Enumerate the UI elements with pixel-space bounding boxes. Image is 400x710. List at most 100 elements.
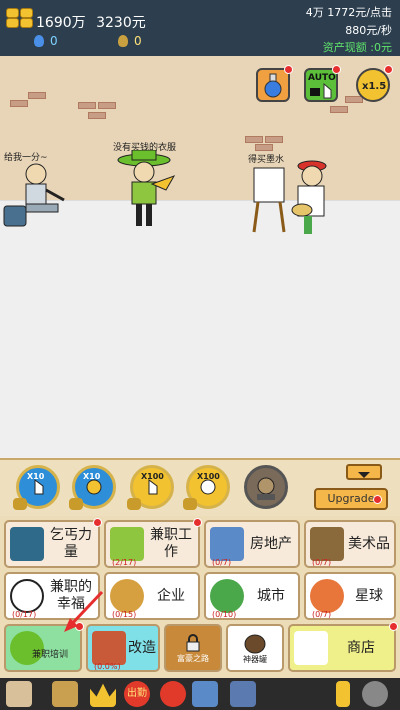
bag-stat: 0 [118, 34, 142, 48]
green-hat-character[interactable] [114, 150, 178, 234]
card-planet[interactable]: 星球 (0/7) [304, 572, 396, 620]
planet-icon [310, 579, 344, 613]
house-icon [92, 631, 126, 665]
coin-stack-icon [6, 6, 34, 32]
top-status-bar: 1690万 3230元 0 0 4万 1772元/点击 880元/秒 资产现额 … [0, 0, 400, 56]
lock-icon [186, 633, 200, 651]
upgrade-button[interactable]: Upgrade [314, 488, 388, 510]
bag-count: 0 [134, 34, 142, 48]
skill-locked-character[interactable] [244, 465, 288, 509]
skill-x100-click[interactable]: X100 [127, 465, 174, 510]
card-rich-road[interactable]: 富豪之路 [164, 624, 222, 672]
building-icon [210, 527, 244, 561]
card-beg-power[interactable]: 乞丐力量 [4, 518, 102, 568]
collapse-toggle[interactable] [346, 464, 382, 480]
event-button[interactable]: 出勤 [124, 681, 150, 707]
skill-x10-coin[interactable]: X10 [69, 465, 116, 510]
street-floor [0, 200, 400, 458]
card-renovate[interactable]: 改造 (0.0%) [86, 624, 160, 672]
card-deck-icon[interactable] [230, 681, 256, 707]
card-label: 房地产 [250, 535, 292, 552]
money-amount: 1690万 [36, 15, 86, 31]
potion-stat: 0 [34, 34, 58, 48]
card-enterprise[interactable]: 企业 (0/15) [104, 572, 200, 620]
soccer-ball-icon [10, 579, 44, 613]
globe-icon [210, 579, 244, 613]
notification-dot [373, 495, 382, 504]
skill-badge: X10 [27, 472, 45, 481]
per-click-rate: 4万 1772元/点击 [305, 6, 392, 19]
card-count: (0/10) [212, 610, 237, 619]
skill-x10-click[interactable]: X10 [13, 465, 60, 510]
painter-character[interactable] [250, 160, 330, 240]
crown-icon[interactable] [90, 683, 116, 707]
painting-icon [310, 527, 344, 561]
cost-bag-icon [183, 498, 197, 510]
notification-dot [93, 518, 102, 527]
card-count: (0.0%) [94, 662, 121, 671]
card-count: (0/7) [312, 558, 332, 567]
card-label: 乞丐力量 [50, 527, 92, 560]
card-label: 星球 [355, 587, 383, 604]
book-icon[interactable] [6, 681, 32, 707]
battery-icon [336, 681, 350, 707]
card-label: 企业 [157, 587, 185, 604]
card-label: 美术品 [348, 535, 390, 552]
multiplier-label: x1.5 [362, 81, 387, 92]
card-realestate[interactable]: 房地产 (0/7) [204, 520, 300, 568]
card-label: 富豪之路 [177, 653, 209, 663]
skill-badge: X10 [83, 472, 101, 481]
skill-badge: X100 [197, 472, 220, 481]
money-display: 1690万 3230元 [36, 12, 152, 32]
multiplier-skill-strip: X10 X10 X100 X100 Upgrade [0, 458, 400, 516]
card-magic-jar[interactable]: 神器罐 [226, 624, 284, 672]
card-count: (0/7) [312, 610, 332, 619]
per-second-rate: 880元/秒 [345, 24, 392, 37]
treasure-chest-icon[interactable] [52, 681, 78, 707]
cost-bag-icon [13, 498, 27, 510]
notification-dot [384, 65, 393, 74]
card-city[interactable]: 城市 (0/10) [204, 572, 300, 620]
notification-dot [193, 518, 202, 527]
card-shop[interactable]: 商店 [288, 622, 398, 672]
potion-icon [34, 35, 44, 47]
green-hat-man-icon [110, 527, 144, 561]
character-portrait-icon [257, 477, 275, 500]
potion-count: 0 [50, 34, 58, 48]
auto-button[interactable]: AUTO [304, 65, 341, 102]
winged-chest-icon[interactable] [192, 681, 218, 707]
card-parttime[interactable]: 兼职工作 (2/17) [104, 518, 202, 568]
gear-icon[interactable] [362, 681, 388, 707]
card-label: 城市 [257, 587, 285, 604]
card-art[interactable]: 美术品 (0/7) [304, 520, 396, 568]
category-grid: 乞丐力量 兼职工作 (2/17) 房地产 (0/7) 美术品 (0/7) 兼职的… [0, 516, 400, 678]
multiplier-button[interactable]: x1.5 [356, 65, 393, 102]
shopping-cart-icon [294, 631, 328, 665]
card-count: (2/17) [112, 558, 137, 567]
star-medal-icon[interactable] [160, 681, 186, 707]
card-count: (0/7) [212, 558, 232, 567]
card-count: (0/17) [12, 610, 37, 619]
card-label: 兼职培训 [32, 650, 69, 660]
asset-amount: 资产现额 :0元 [322, 41, 392, 54]
hand-pointer-icon [310, 82, 332, 99]
notification-dot [389, 622, 398, 631]
card-label: 兼职工作 [150, 527, 192, 560]
company-icon [110, 579, 144, 613]
flask-icon [264, 73, 282, 98]
skill-x100-coin[interactable]: X100 [183, 465, 230, 510]
jar-icon [244, 634, 266, 653]
cost-bag-icon [127, 498, 141, 510]
skill-badge: X100 [141, 472, 164, 481]
money-bag-icon [118, 35, 128, 47]
bowl-icon [10, 527, 44, 561]
card-label: 神器罐 [243, 654, 267, 664]
money-amount-2: 3230元 [96, 15, 146, 31]
beggar-character[interactable] [2, 160, 72, 232]
card-count: (0/15) [112, 610, 137, 619]
potion-button[interactable] [256, 65, 293, 102]
chevron-down-icon [358, 472, 370, 478]
notification-dot [284, 65, 293, 74]
cost-bag-icon [69, 498, 83, 510]
notification-dot [332, 65, 341, 74]
